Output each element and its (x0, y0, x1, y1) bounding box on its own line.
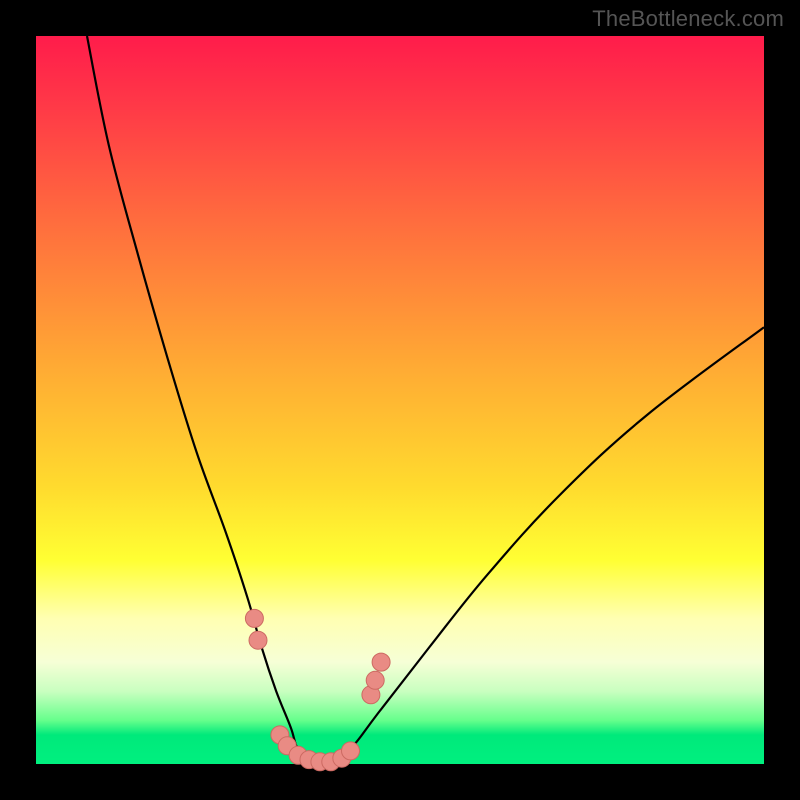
plot-area (36, 36, 764, 764)
chart-svg (36, 36, 764, 764)
data-marker (372, 653, 390, 671)
data-marker (366, 671, 384, 689)
data-marker (249, 631, 267, 649)
markers-group (245, 609, 390, 770)
data-marker (342, 742, 360, 760)
outer-frame: TheBottleneck.com (0, 0, 800, 800)
bottleneck-curve (87, 36, 764, 766)
data-marker (245, 609, 263, 627)
watermark-text: TheBottleneck.com (592, 6, 784, 32)
